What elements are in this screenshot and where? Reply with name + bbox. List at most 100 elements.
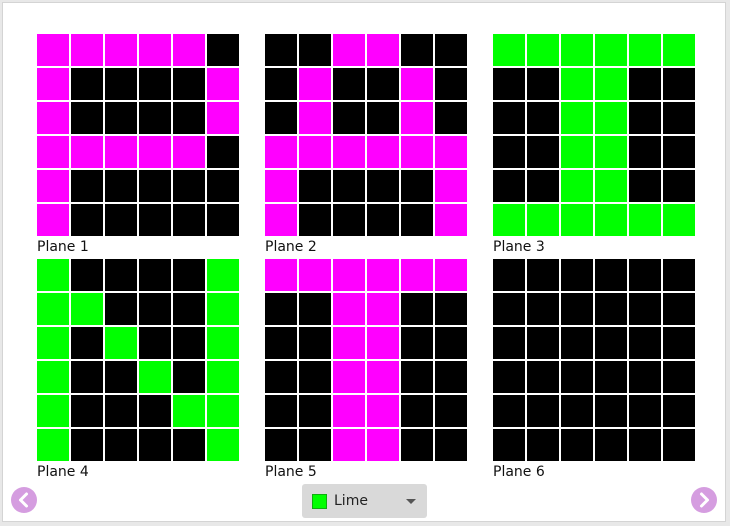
grid-cell[interactable]: [435, 327, 467, 359]
grid-cell[interactable]: [561, 327, 593, 359]
grid-cell[interactable]: [527, 136, 559, 168]
grid-cell[interactable]: [435, 395, 467, 427]
grid-cell[interactable]: [663, 170, 695, 202]
grid-cell[interactable]: [367, 395, 399, 427]
grid-cell[interactable]: [527, 327, 559, 359]
grid-cell[interactable]: [595, 293, 627, 325]
grid-cell[interactable]: [629, 395, 661, 427]
grid-cell[interactable]: [37, 429, 69, 461]
grid-cell[interactable]: [663, 327, 695, 359]
grid-cell[interactable]: [527, 170, 559, 202]
grid-cell[interactable]: [663, 102, 695, 134]
grid-cell[interactable]: [299, 327, 331, 359]
grid-cell[interactable]: [173, 395, 205, 427]
grid-cell[interactable]: [265, 327, 297, 359]
grid-cell[interactable]: [71, 259, 103, 291]
grid-cell[interactable]: [561, 395, 593, 427]
grid-cell[interactable]: [299, 102, 331, 134]
grid-cell[interactable]: [493, 327, 525, 359]
grid-cell[interactable]: [173, 170, 205, 202]
grid-cell[interactable]: [561, 429, 593, 461]
grid-cell[interactable]: [71, 395, 103, 427]
grid-cell[interactable]: [71, 293, 103, 325]
grid-cell[interactable]: [207, 136, 239, 168]
grid-cell[interactable]: [299, 429, 331, 461]
grid-cell[interactable]: [663, 136, 695, 168]
grid-cell[interactable]: [629, 429, 661, 461]
grid-cell[interactable]: [173, 136, 205, 168]
grid-cell[interactable]: [561, 204, 593, 236]
plane-grid[interactable]: [265, 259, 467, 461]
grid-cell[interactable]: [493, 170, 525, 202]
grid-cell[interactable]: [207, 361, 239, 393]
grid-cell[interactable]: [71, 327, 103, 359]
grid-cell[interactable]: [333, 327, 365, 359]
grid-cell[interactable]: [493, 68, 525, 100]
grid-cell[interactable]: [207, 102, 239, 134]
grid-cell[interactable]: [265, 204, 297, 236]
grid-cell[interactable]: [37, 259, 69, 291]
grid-cell[interactable]: [401, 204, 433, 236]
grid-cell[interactable]: [105, 204, 137, 236]
grid-cell[interactable]: [37, 327, 69, 359]
grid-cell[interactable]: [105, 361, 137, 393]
grid-cell[interactable]: [105, 34, 137, 66]
grid-cell[interactable]: [333, 361, 365, 393]
grid-cell[interactable]: [527, 204, 559, 236]
grid-cell[interactable]: [629, 204, 661, 236]
grid-cell[interactable]: [71, 102, 103, 134]
grid-cell[interactable]: [333, 170, 365, 202]
grid-cell[interactable]: [401, 429, 433, 461]
grid-cell[interactable]: [493, 136, 525, 168]
grid-cell[interactable]: [105, 395, 137, 427]
grid-cell[interactable]: [663, 259, 695, 291]
grid-cell[interactable]: [561, 293, 593, 325]
grid-cell[interactable]: [173, 429, 205, 461]
grid-cell[interactable]: [265, 102, 297, 134]
grid-cell[interactable]: [139, 34, 171, 66]
grid-cell[interactable]: [173, 68, 205, 100]
grid-cell[interactable]: [105, 170, 137, 202]
grid-cell[interactable]: [71, 170, 103, 202]
grid-cell[interactable]: [493, 259, 525, 291]
grid-cell[interactable]: [561, 170, 593, 202]
grid-cell[interactable]: [37, 34, 69, 66]
grid-cell[interactable]: [207, 395, 239, 427]
grid-cell[interactable]: [299, 170, 331, 202]
grid-cell[interactable]: [37, 293, 69, 325]
grid-cell[interactable]: [71, 136, 103, 168]
prev-button[interactable]: [10, 486, 38, 514]
grid-cell[interactable]: [265, 259, 297, 291]
grid-cell[interactable]: [37, 395, 69, 427]
grid-cell[interactable]: [333, 293, 365, 325]
grid-cell[interactable]: [527, 259, 559, 291]
plane-grid[interactable]: [493, 259, 695, 461]
grid-cell[interactable]: [561, 259, 593, 291]
grid-cell[interactable]: [173, 293, 205, 325]
grid-cell[interactable]: [663, 395, 695, 427]
grid-cell[interactable]: [367, 429, 399, 461]
grid-cell[interactable]: [105, 68, 137, 100]
next-button[interactable]: [690, 486, 718, 514]
grid-cell[interactable]: [367, 136, 399, 168]
grid-cell[interactable]: [367, 68, 399, 100]
grid-cell[interactable]: [105, 102, 137, 134]
grid-cell[interactable]: [207, 34, 239, 66]
grid-cell[interactable]: [527, 34, 559, 66]
grid-cell[interactable]: [629, 259, 661, 291]
grid-cell[interactable]: [71, 204, 103, 236]
grid-cell[interactable]: [527, 102, 559, 134]
grid-cell[interactable]: [435, 34, 467, 66]
grid-cell[interactable]: [139, 395, 171, 427]
grid-cell[interactable]: [493, 102, 525, 134]
grid-cell[interactable]: [139, 204, 171, 236]
grid-cell[interactable]: [207, 170, 239, 202]
grid-cell[interactable]: [629, 361, 661, 393]
grid-cell[interactable]: [207, 204, 239, 236]
grid-cell[interactable]: [105, 136, 137, 168]
grid-cell[interactable]: [663, 361, 695, 393]
grid-cell[interactable]: [663, 204, 695, 236]
grid-cell[interactable]: [435, 102, 467, 134]
grid-cell[interactable]: [173, 204, 205, 236]
grid-cell[interactable]: [435, 136, 467, 168]
